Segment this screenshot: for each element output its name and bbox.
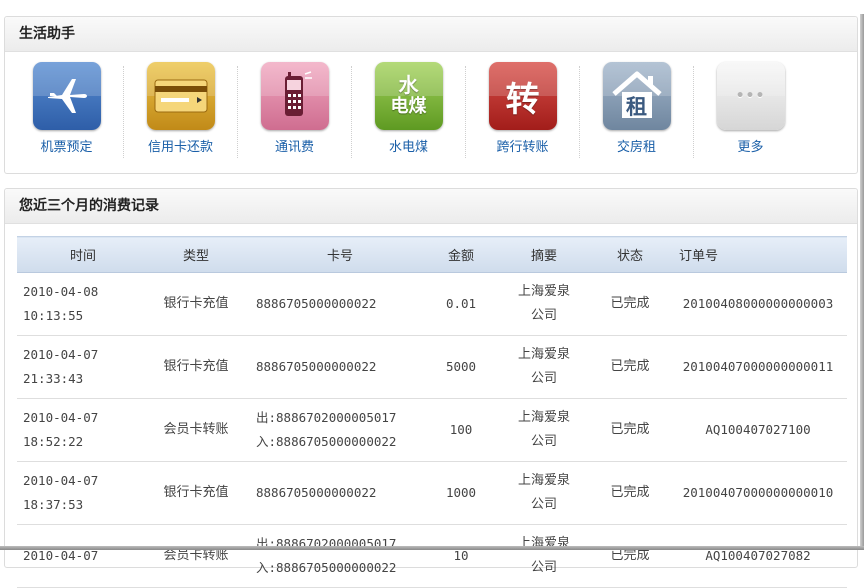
- type-cell: 银行卡充值: [144, 461, 248, 525]
- shortcut-label: 通讯费: [274, 140, 314, 155]
- spending-records-panel: 您近三个月的消费记录 时间 类型 卡号 金额 摘要 状态 订单号 2010-04…: [4, 188, 858, 588]
- table-header-row: 时间 类型 卡号 金额 摘要 状态 订单号: [17, 236, 847, 273]
- card-cell: 8886705000000022: [248, 461, 425, 525]
- life-helper-panel: 生活助手 机票预定 信用卡还款 通讯费 水 电煤 水电煤 转 跨行转账 租 交房…: [4, 16, 858, 174]
- status-cell: 已完成: [591, 398, 669, 462]
- order-cell: AQ100407027082: [669, 524, 847, 588]
- table-row[interactable]: 2010-04-07 21:33:43 银行卡充值 888670500000002…: [17, 335, 847, 399]
- window-shadow-bottom: [0, 546, 864, 550]
- shortcut-flight-booking[interactable]: 机票预定: [15, 62, 124, 158]
- order-cell: 20100407000000000011: [669, 335, 847, 399]
- shortcut-phone-bill[interactable]: 通讯费: [243, 62, 352, 158]
- shortcut-label: 跨行转账: [496, 140, 549, 155]
- status-cell: 已完成: [591, 461, 669, 525]
- time-cell: 2010-04-07 21:33:43: [17, 335, 144, 399]
- summary-cell: 上海爱泉 公司: [497, 272, 591, 336]
- order-cell: 20100407000000000010: [669, 461, 847, 525]
- records-table: 时间 类型 卡号 金额 摘要 状态 订单号 2010-04-08 10:13:55…: [17, 236, 847, 588]
- airplane-icon: [32, 62, 101, 130]
- shortcut-pay-rent[interactable]: 租 交房租: [585, 62, 694, 158]
- order-cell: 20100408000000000003: [669, 272, 847, 336]
- card-cell: 8886705000000022: [248, 272, 425, 336]
- column-header-card[interactable]: 卡号: [248, 236, 425, 273]
- card-cell: 8886705000000022: [248, 335, 425, 399]
- utilities-icon: 水 电煤: [374, 62, 443, 130]
- window-shadow-right: [860, 14, 864, 550]
- amount-cell: 100: [425, 398, 497, 462]
- column-header-type[interactable]: 类型: [144, 236, 248, 273]
- type-cell: 银行卡充值: [144, 272, 248, 336]
- time-cell: 2010-04-07: [17, 524, 144, 588]
- summary-cell: 上海爱泉 公司: [497, 398, 591, 462]
- time-cell: 2010-04-08 10:13:55: [17, 272, 144, 336]
- summary-cell: 上海爱泉 公司: [497, 524, 591, 588]
- column-header-time[interactable]: 时间: [17, 236, 144, 273]
- column-header-order[interactable]: 订单号: [669, 236, 847, 273]
- status-cell: 已完成: [591, 335, 669, 399]
- time-cell: 2010-04-07 18:37:53: [17, 461, 144, 525]
- order-cell: AQ100407027100: [669, 398, 847, 462]
- amount-cell: 1000: [425, 461, 497, 525]
- mobile-phone-icon: [260, 62, 329, 130]
- type-cell: 会员卡转账: [144, 398, 248, 462]
- shortcut-label: 交房租: [616, 140, 656, 155]
- type-cell: 银行卡充值: [144, 335, 248, 399]
- status-cell: 已完成: [591, 524, 669, 588]
- time-cell: 2010-04-07 18:52:22: [17, 398, 144, 462]
- summary-cell: 上海爱泉 公司: [497, 335, 591, 399]
- house-rent-icon: 租: [602, 62, 671, 130]
- shortcut-credit-card-repay[interactable]: 信用卡还款: [129, 62, 238, 158]
- shortcut-label: 机票预定: [40, 140, 93, 155]
- life-helper-title: 生活助手: [5, 17, 857, 52]
- shortcut-label: 信用卡还款: [147, 140, 213, 155]
- shortcut-label: 水电煤: [388, 140, 428, 155]
- card-cell: 出:8886702000005017 入:8886705000000022: [248, 398, 425, 462]
- transfer-icon: 转: [488, 62, 557, 130]
- amount-cell: 5000: [425, 335, 497, 399]
- shortcut-interbank-transfer[interactable]: 转 跨行转账: [471, 62, 580, 158]
- more-icon: •••: [716, 62, 785, 130]
- shortcut-label: 更多: [737, 140, 764, 155]
- status-cell: 已完成: [591, 272, 669, 336]
- shortcut-more[interactable]: ••• 更多: [699, 62, 802, 155]
- card-cell: 出:8886702000005017 入:8886705000000022: [248, 524, 425, 588]
- table-row[interactable]: 2010-04-07 会员卡转账 出:8886702000005017 入:888…: [17, 524, 847, 588]
- credit-card-icon: [146, 62, 215, 130]
- column-header-status[interactable]: 状态: [591, 236, 669, 273]
- column-header-summary[interactable]: 摘要: [497, 236, 591, 273]
- shortcut-list: 机票预定 信用卡还款 通讯费 水 电煤 水电煤 转 跨行转账 租 交房租 •••…: [5, 52, 857, 158]
- amount-cell: 10: [425, 524, 497, 588]
- spending-records-title: 您近三个月的消费记录: [5, 189, 857, 224]
- shortcut-utilities[interactable]: 水 电煤 水电煤: [357, 62, 466, 158]
- table-row[interactable]: 2010-04-07 18:52:22 会员卡转账 出:8886702000005…: [17, 398, 847, 462]
- amount-cell: 0.01: [425, 272, 497, 336]
- table-row[interactable]: 2010-04-08 10:13:55 银行卡充值 888670500000002…: [17, 272, 847, 336]
- summary-cell: 上海爱泉 公司: [497, 461, 591, 525]
- type-cell: 会员卡转账: [144, 524, 248, 588]
- column-header-amount[interactable]: 金额: [425, 236, 497, 273]
- table-row[interactable]: 2010-04-07 18:37:53 银行卡充值 888670500000002…: [17, 461, 847, 525]
